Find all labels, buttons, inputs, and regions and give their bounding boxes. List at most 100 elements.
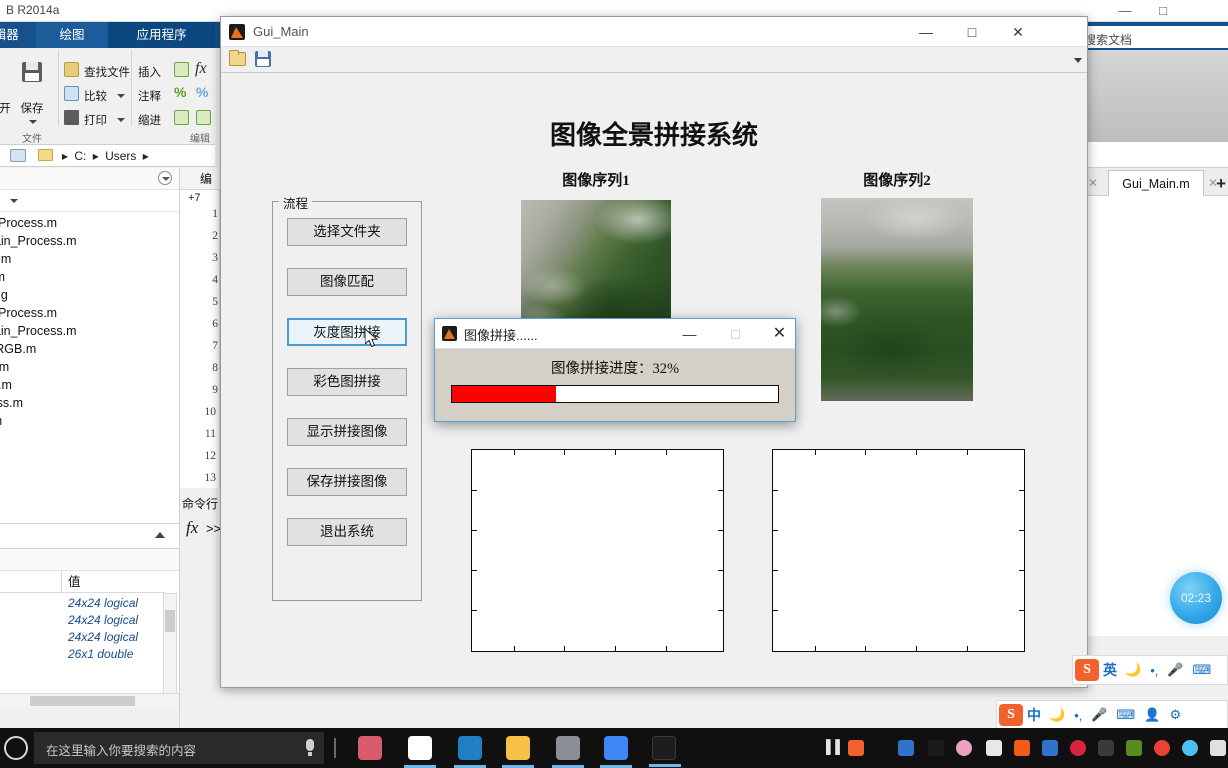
ribbon-indent[interactable]: 缩进 <box>138 112 161 128</box>
chrome-tray-icon[interactable] <box>1154 740 1170 756</box>
usb-eject-tray-icon[interactable] <box>1210 740 1226 756</box>
uncomment-percent-icon[interactable]: % <box>196 84 208 100</box>
select-folder-button[interactable]: 选择文件夹 <box>287 218 407 246</box>
tab-gui-main-m[interactable]: Gui_Main.m <box>1108 170 1204 196</box>
start-button[interactable] <box>4 736 28 760</box>
mic-icon[interactable]: 🎤 <box>1167 662 1183 678</box>
ime-language-indicator[interactable]: 中 <box>1027 705 1041 725</box>
flower-tray-icon[interactable] <box>956 740 972 756</box>
pycharm-app-icon[interactable] <box>649 736 681 767</box>
save-stitched-button[interactable]: 保存拼接图像 <box>287 468 407 496</box>
list-item[interactable]: Process.m <box>0 394 23 412</box>
table-row[interactable]: 24x24 logical <box>68 612 138 629</box>
sogou-logo-icon[interactable]: S <box>1075 659 1099 681</box>
usb-tray-icon[interactable] <box>898 740 914 756</box>
table-row[interactable]: 26x1 double <box>68 646 133 663</box>
list-item[interactable]: Main_Process.m <box>0 214 57 232</box>
exit-system-button[interactable]: 退出系统 <box>287 518 407 546</box>
scrollbar-thumb[interactable] <box>165 610 175 632</box>
ribbon-insert[interactable]: 插入 <box>138 64 161 80</box>
vscode-app-icon[interactable] <box>454 736 486 768</box>
wechat-work-tray-icon[interactable] <box>1182 740 1198 756</box>
command-fx-icon[interactable]: fx <box>186 518 198 538</box>
sogou-ime-bar-chinese[interactable]: S 中 🌙 •, 🎤 ⌨ 👤 ⚙ <box>996 700 1228 730</box>
search-input[interactable]: 在这里输入你要搜索的内容 <box>34 732 324 764</box>
gui-minimize-button[interactable]: — <box>903 17 949 47</box>
list-item[interactable]: kRC.m <box>0 412 2 430</box>
mic-icon[interactable]: 🎤 <box>1091 707 1107 723</box>
workspace-horizontal-scrollbar[interactable] <box>0 693 180 708</box>
workspace-value-column-header[interactable]: 值 <box>62 571 165 593</box>
toolbox-icon[interactable]: ⚙ <box>1170 707 1182 723</box>
gui-main-titlebar[interactable]: Gui_Main — □ ✕ <box>221 17 1087 47</box>
save-dropdown-chevron-icon[interactable] <box>29 120 37 124</box>
tencent-shield-tray-icon[interactable] <box>1042 740 1058 756</box>
list-item[interactable]: Match.m <box>0 376 12 394</box>
nvidia-tray-icon[interactable] <box>1126 740 1142 756</box>
ribbon-comment[interactable]: 注释 <box>138 88 161 104</box>
matlab-app-icon[interactable] <box>552 736 584 768</box>
ribbon-tab-editor[interactable]: 编辑器 <box>0 22 36 48</box>
workspace-vertical-scrollbar[interactable] <box>163 593 177 697</box>
workspace-name-column-header[interactable] <box>0 571 62 593</box>
save-icon[interactable] <box>255 51 271 67</box>
current-folder-options-icon[interactable] <box>158 171 172 185</box>
show-stitched-button[interactable]: 显示拼接图像 <box>287 418 407 446</box>
ribbon-tab-plot[interactable]: 绘图 <box>36 22 108 48</box>
matlab-path-bar[interactable]: ▸ C: ▸ Users ▸ Administrat <box>0 145 215 185</box>
chrome-app-icon[interactable] <box>600 736 632 768</box>
scrollbar-thumb[interactable] <box>30 696 135 706</box>
ribbon-tab-apps[interactable]: 应用程序 <box>108 22 215 48</box>
comma-icon[interactable]: •, <box>1074 708 1082 723</box>
fx-icon[interactable]: fx <box>195 60 207 78</box>
color-stitch-button[interactable]: 彩色图拼接 <box>287 368 407 396</box>
close-tab-icon-left[interactable]: ✕ <box>1088 176 1098 190</box>
ribbon-print[interactable]: 打印 <box>84 112 107 128</box>
print-chevron-icon[interactable] <box>117 118 125 122</box>
new-tab-button[interactable]: + <box>1216 174 1226 194</box>
path-crumb-users[interactable]: Users <box>105 149 136 163</box>
gray-stitch-button[interactable]: 灰度图拼接 <box>287 318 407 346</box>
cup-tray-icon[interactable] <box>986 740 1002 756</box>
matlab-minimize-button[interactable]: — <box>1108 2 1142 20</box>
list-item[interactable]: Stitch.m <box>0 358 9 376</box>
moon-icon[interactable]: 🌙 <box>1049 707 1065 723</box>
image-match-button[interactable]: 图像匹配 <box>287 268 407 296</box>
editor-fold-marker[interactable]: +7 <box>188 192 201 204</box>
comment-percent-icon[interactable]: % <box>174 84 186 100</box>
path-crumb-drive[interactable]: C: <box>74 149 86 163</box>
list-item[interactable]: ListMain_Process.m <box>0 322 77 340</box>
battery-tray-icon[interactable] <box>1098 740 1114 756</box>
compare-chevron-icon[interactable] <box>117 94 125 98</box>
bluetooth-tray-icon[interactable] <box>928 740 944 756</box>
netease-music-tray-icon[interactable] <box>1070 740 1086 756</box>
keyboard-icon[interactable]: ⌨ <box>1193 662 1212 678</box>
matlab-maximize-button[interactable]: □ <box>1146 2 1180 20</box>
ime-language-indicator[interactable]: 英 <box>1103 660 1117 680</box>
user-icon[interactable]: 👤 <box>1144 707 1160 723</box>
wechat-work-app-icon[interactable] <box>404 736 436 768</box>
sort-chevron-icon[interactable] <box>10 199 18 203</box>
progress-dialog-titlebar[interactable]: 图像拼接...... — □ ✕ <box>435 319 795 349</box>
microphone-icon[interactable] <box>306 739 314 756</box>
list-item[interactable]: Main.m <box>0 268 5 286</box>
comma-icon[interactable]: •, <box>1150 663 1158 678</box>
paint-app-icon[interactable] <box>358 736 382 760</box>
ribbon-save-label[interactable]: 保存 <box>10 100 54 116</box>
moon-icon[interactable]: 🌙 <box>1125 662 1141 678</box>
command-prompt[interactable]: >> <box>206 521 221 536</box>
dialog-close-button[interactable]: ✕ <box>757 319 802 349</box>
table-row[interactable]: 24x24 logical <box>68 595 138 612</box>
ribbon-find-files[interactable]: 查找文件 <box>84 64 130 80</box>
table-row[interactable]: 24x24 logical <box>68 629 138 646</box>
path-back-icon[interactable] <box>10 149 26 162</box>
open-folder-icon[interactable] <box>229 50 246 66</box>
gui-close-button[interactable]: ✕ <box>995 17 1041 47</box>
doc-search-field[interactable]: 搜索文档 <box>1080 24 1228 50</box>
sogou-tray-icon[interactable] <box>848 740 864 756</box>
toolbar-overflow-chevron-icon[interactable] <box>1074 58 1082 63</box>
list-item[interactable]: geList.m <box>0 250 11 268</box>
desktop-clock-widget[interactable]: 02:23 <box>1170 572 1222 624</box>
current-folder-sort-row[interactable] <box>0 190 180 212</box>
list-item[interactable]: StitchRGB.m <box>0 340 36 358</box>
